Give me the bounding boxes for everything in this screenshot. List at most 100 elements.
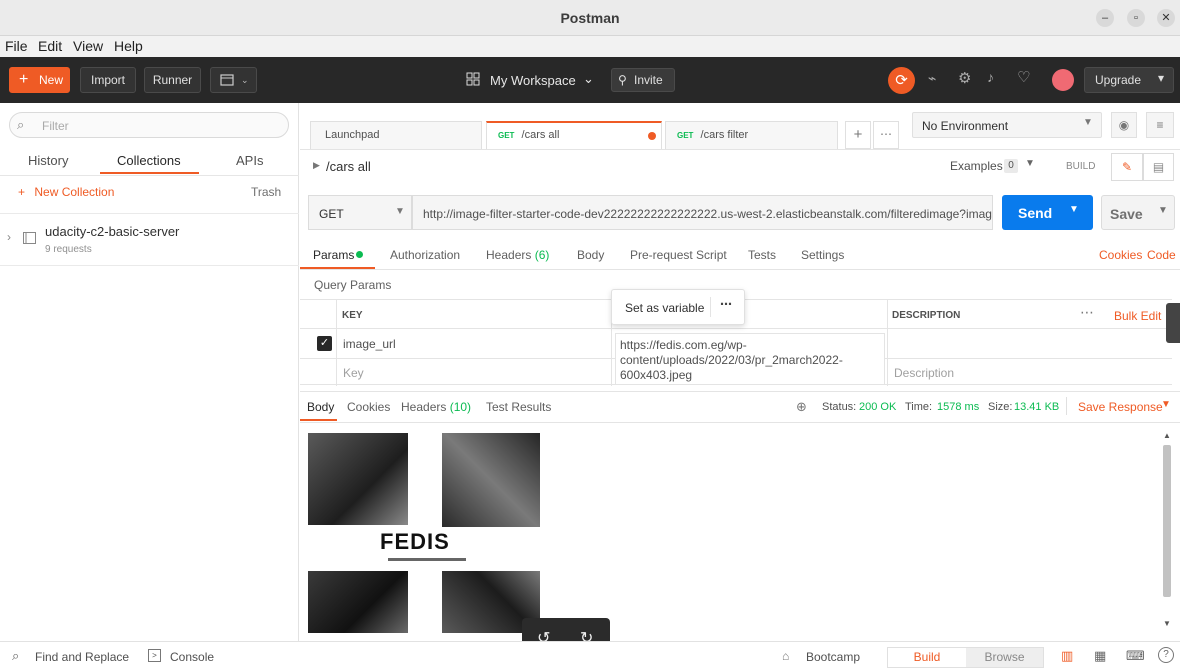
two-pane-icon[interactable]: ▥ (1061, 648, 1073, 664)
sync-icon[interactable]: ⟳ (888, 67, 915, 94)
runner-button[interactable]: Runner (144, 67, 201, 93)
param-value-field[interactable]: https://fedis.com.eg/wp- content/uploads… (615, 333, 885, 385)
code-link[interactable]: Code (1147, 248, 1176, 262)
menu-file[interactable]: File (5, 38, 28, 54)
maximize-button[interactable]: ▫ (1127, 9, 1145, 27)
console-button[interactable]: Console (170, 650, 214, 664)
tab-tests[interactable]: Tests (748, 248, 776, 262)
query-params-heading: Query Params (314, 278, 392, 292)
new-button[interactable]: + New (9, 67, 70, 93)
response-tab-cookies[interactable]: Cookies (347, 400, 390, 414)
send-button[interactable]: Send ▼ (1002, 195, 1093, 230)
key-placeholder[interactable]: Key (343, 366, 364, 380)
add-tab-button[interactable]: + (845, 121, 871, 149)
environment-label: No Environment (922, 119, 1009, 133)
trash-button[interactable]: Trash (251, 185, 281, 199)
chevron-down-icon: ⌄ (241, 75, 249, 85)
save-button[interactable]: Save ▼ (1101, 195, 1175, 230)
bulk-edit-link[interactable]: Bulk Edit (1114, 309, 1161, 323)
tab-history[interactable]: History (28, 153, 68, 168)
divider (887, 300, 888, 386)
size-value: 13.41 KB (1014, 401, 1060, 413)
upgrade-button[interactable]: Upgrade ▾ (1084, 67, 1174, 93)
help-icon[interactable]: ? (1158, 647, 1174, 663)
scroll-down-icon[interactable]: ▼ (1163, 619, 1171, 628)
save-response-button[interactable]: Save Response (1078, 400, 1163, 414)
response-tab-test-results[interactable]: Test Results (486, 400, 551, 414)
scrollbar-thumb[interactable] (1163, 445, 1171, 597)
new-window-button[interactable]: ⌄ (210, 67, 257, 93)
response-scrollbar[interactable]: ▲ ▼ (1162, 431, 1172, 631)
send-label: Send (1018, 205, 1053, 221)
tab-params[interactable]: Params (313, 248, 354, 262)
comment-icon[interactable]: ▤ (1143, 153, 1174, 181)
menu-help[interactable]: Help (114, 38, 143, 54)
workspace-label: My Workspace (490, 73, 576, 88)
avatar[interactable] (1052, 69, 1074, 91)
set-as-variable-button[interactable]: Set as variable (625, 301, 704, 315)
filter-input[interactable]: ⌕ Filter (9, 112, 289, 138)
menu-edit[interactable]: Edit (38, 38, 62, 54)
size-label: Size: (988, 401, 1013, 413)
settings-sliders-icon[interactable]: ≡ (1146, 112, 1174, 138)
method-select[interactable]: GET ▼ (308, 195, 412, 230)
collection-item[interactable]: › udacity-c2-basic-server 9 requests (0, 213, 299, 266)
tab-headers[interactable]: Headers (6) (486, 248, 549, 262)
description-placeholder[interactable]: Description (894, 366, 954, 380)
divider (300, 149, 1180, 150)
more-tabs-icon[interactable]: ⋯ (873, 121, 899, 149)
caret-down-icon: ▼ (1158, 205, 1168, 216)
new-collection-button[interactable]: + New Collection (18, 185, 114, 199)
eye-icon[interactable]: ◉ (1111, 112, 1137, 138)
tab-cars-all[interactable]: GET /cars all (486, 121, 662, 149)
param-enabled-checkbox[interactable]: ✓ (317, 336, 332, 351)
edit-pencil-icon[interactable]: ✎ (1111, 153, 1143, 181)
examples-count: 0 (1004, 159, 1018, 173)
tab-prerequest-script[interactable]: Pre-request Script (630, 248, 727, 262)
import-button[interactable]: Import (80, 67, 136, 93)
grid-icon (466, 72, 480, 86)
collection-count: 9 requests (45, 244, 92, 255)
tab-settings[interactable]: Settings (801, 248, 844, 262)
build-toggle[interactable]: Build (888, 648, 966, 667)
examples-button[interactable]: Examples (950, 159, 1003, 173)
minimize-button[interactable]: – (1096, 9, 1114, 27)
satellite-icon[interactable]: ⌁ (928, 70, 936, 87)
heart-icon[interactable]: ♡ (1017, 68, 1030, 86)
cookies-link[interactable]: Cookies (1099, 248, 1142, 262)
close-button[interactable]: ✕ (1157, 9, 1175, 27)
response-tab-headers[interactable]: Headers (10) (401, 400, 471, 414)
tab-apis[interactable]: APIs (236, 153, 263, 168)
side-drawer-handle[interactable] (1166, 303, 1180, 343)
chevron-right-icon[interactable]: ▶ (313, 160, 320, 171)
keyboard-icon[interactable]: ⌨ (1126, 648, 1145, 664)
tab-authorization[interactable]: Authorization (390, 248, 460, 262)
scroll-up-icon[interactable]: ▲ (1163, 431, 1171, 440)
find-replace-button[interactable]: Find and Replace (35, 650, 129, 664)
environment-select[interactable]: No Environment ▼ (912, 112, 1102, 138)
layout-icon[interactable]: ▦ (1094, 648, 1106, 664)
param-key-field[interactable]: image_url (343, 337, 396, 351)
caret-down-icon: ▼ (1083, 117, 1093, 128)
menu-view[interactable]: View (73, 38, 103, 54)
browse-toggle[interactable]: Browse (966, 648, 1043, 667)
tab-collections[interactable]: Collections (117, 153, 181, 168)
more-icon[interactable]: ⋯ (1080, 304, 1094, 321)
request-name[interactable]: /cars all (326, 159, 371, 174)
new-label: New (39, 73, 64, 87)
tab-body[interactable]: Body (577, 248, 604, 262)
response-tab-body[interactable]: Body (307, 400, 334, 414)
console-icon: > (148, 649, 161, 662)
divider (1066, 397, 1067, 415)
tab-launchpad[interactable]: Launchpad (310, 121, 482, 149)
invite-button[interactable]: ⚲ Invite (611, 68, 675, 92)
bell-icon[interactable]: ♪ (987, 69, 994, 85)
gear-icon[interactable]: ⚙ (958, 69, 971, 87)
workspace-selector[interactable]: My Workspace ⌄ (466, 71, 596, 91)
url-input[interactable]: http://image-filter-starter-code-dev2222… (412, 195, 993, 230)
bootcamp-button[interactable]: Bootcamp (806, 650, 860, 664)
tab-cars-filter[interactable]: GET /cars filter (665, 121, 838, 149)
more-icon[interactable]: ⋯ (720, 297, 732, 311)
title-bar: Postman – ▫ ✕ (0, 0, 1180, 36)
photo-tile (442, 433, 540, 527)
